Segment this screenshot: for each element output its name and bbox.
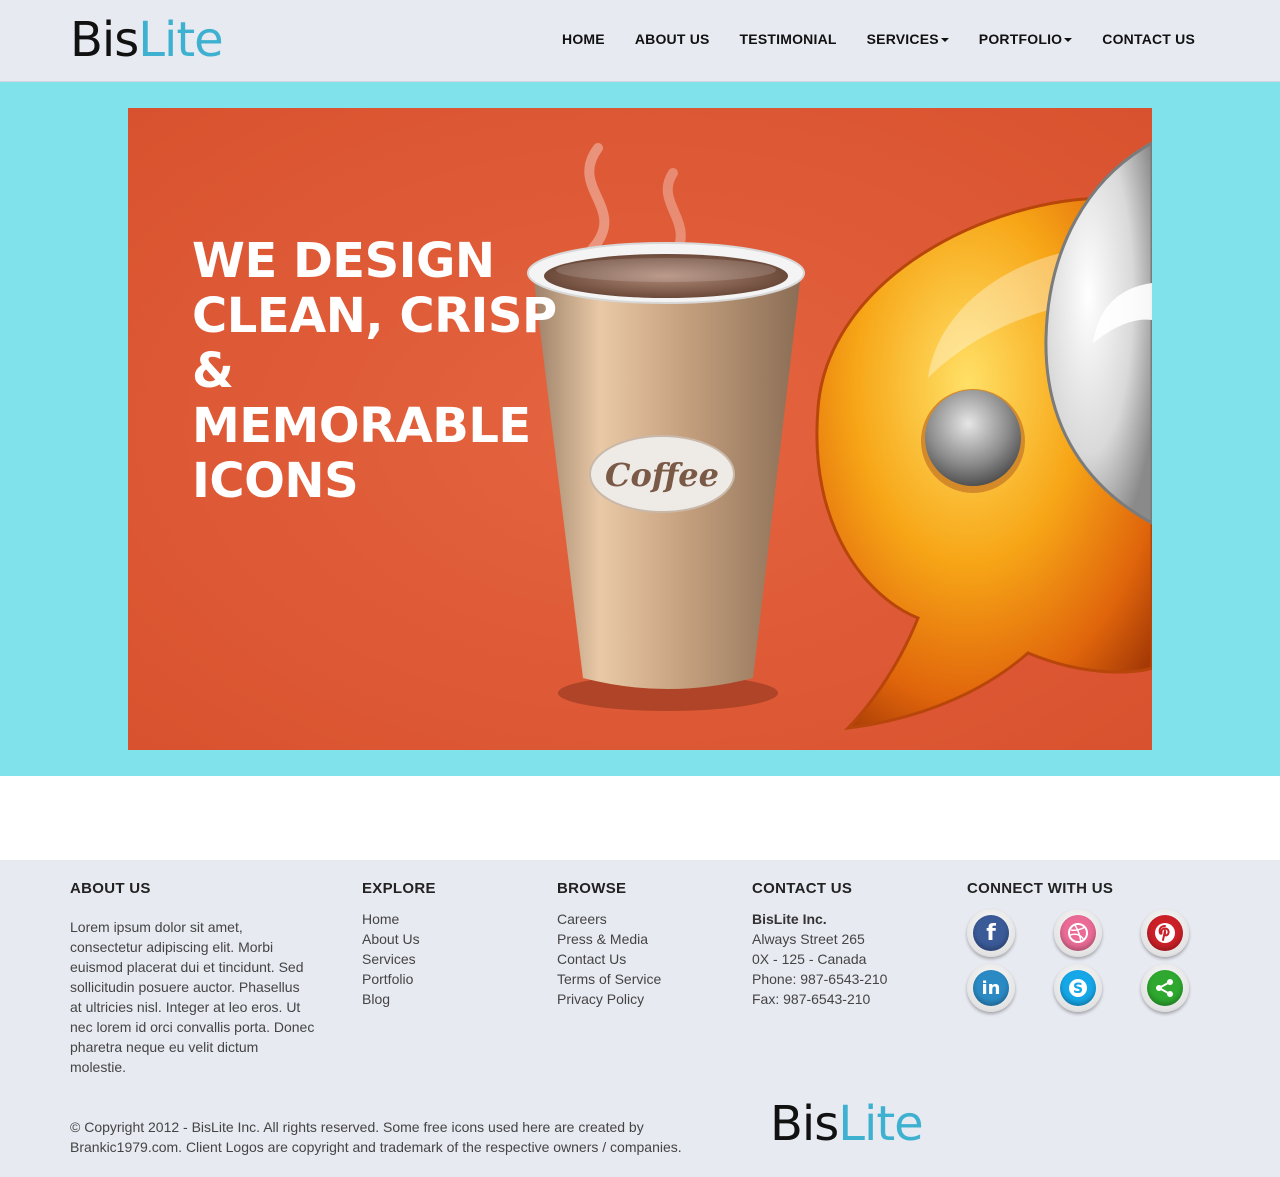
nav-testimonial-label: TESTIMONIAL	[739, 31, 837, 47]
copyright-text: © Copyright 2012 - BisLite Inc. All righ…	[70, 1119, 682, 1155]
pinterest-button[interactable]	[1141, 909, 1189, 957]
footer-social-heading: CONNECT WITH US	[967, 880, 1114, 897]
cup-label: Coffee	[605, 456, 719, 494]
nav-services-label: SERVICES	[866, 31, 939, 47]
footer-explore-heading: EXPLORE	[362, 880, 436, 897]
contact-company: BisLite Inc.	[752, 911, 827, 927]
footer-explore: EXPLORE Home About Us Services Portfolio…	[362, 880, 436, 1009]
dribbble-icon	[1060, 915, 1096, 951]
nav-portfolio[interactable]: PORTFOLIO	[978, 31, 1073, 47]
footer-link-services[interactable]: Services	[362, 949, 436, 969]
contact-city: 0X - 125 - Canada	[752, 951, 867, 967]
site-footer: ABOUT US Lorem ipsum dolor sit amet, con…	[0, 860, 1280, 1177]
footer-link-careers[interactable]: Careers	[557, 909, 661, 929]
share-button[interactable]	[1141, 964, 1189, 1012]
caret-down-icon	[940, 38, 949, 43]
nav-testimonial[interactable]: TESTIMONIAL	[740, 31, 837, 47]
footer-brand-part2: Lite	[838, 1096, 923, 1152]
footer-browse-heading: BROWSE	[557, 880, 627, 897]
footer-link-portfolio[interactable]: Portfolio	[362, 969, 436, 989]
nav-services[interactable]: SERVICES	[867, 31, 949, 47]
footer-social: CONNECT WITH US f in S	[967, 880, 1189, 1012]
footer-link-contact-us[interactable]: Contact Us	[557, 949, 661, 969]
pinterest-icon	[1147, 915, 1183, 951]
footer-browse: BROWSE Careers Press & Media Contact Us …	[557, 880, 661, 1009]
footer-about: ABOUT US Lorem ipsum dolor sit amet, con…	[70, 880, 315, 1077]
footer-contact-heading: CONTACT US	[752, 880, 853, 897]
nav-home-label: HOME	[562, 31, 605, 47]
hero-headline-line: MEMORABLE	[192, 398, 531, 454]
footer-link-privacy[interactable]: Privacy Policy	[557, 989, 661, 1009]
brand-logo[interactable]: BisLite	[70, 16, 224, 64]
skype-icon: S	[1060, 970, 1096, 1006]
footer-about-text: Lorem ipsum dolor sit amet, consectetur …	[70, 919, 315, 1075]
footer-brand-part1: Bis	[770, 1096, 839, 1152]
main-nav: HOME ABOUT US TESTIMONIAL SERVICES PORTF…	[532, 31, 1195, 47]
footer-about-heading: ABOUT US	[70, 880, 151, 897]
site-header: BisLite HOME ABOUT US TESTIMONIAL SERVIC…	[0, 0, 1280, 82]
hero-headline: WE DESIGN CLEAN, CRISP & MEMORABLE ICONS	[192, 234, 612, 509]
footer-contact: CONTACT US BisLite Inc. Always Street 26…	[752, 880, 887, 1009]
facebook-button[interactable]: f	[967, 909, 1015, 957]
hero-headline-line: CLEAN, CRISP &	[192, 288, 557, 399]
skype-button[interactable]: S	[1054, 964, 1102, 1012]
contact-phone: Phone: 987-6543-210	[752, 971, 888, 987]
hero-headline-line: ICONS	[192, 453, 359, 509]
share-icon	[1147, 970, 1183, 1006]
svg-text:S: S	[1073, 981, 1083, 997]
footer-link-terms[interactable]: Terms of Service	[557, 969, 661, 989]
caret-down-icon	[1064, 38, 1073, 43]
nav-portfolio-label: PORTFOLIO	[978, 31, 1063, 47]
footer-link-about-us[interactable]: About Us	[362, 929, 436, 949]
social-icons-grid: f in S	[967, 909, 1189, 1012]
footer-link-home[interactable]: Home	[362, 909, 436, 929]
linkedin-icon: in	[973, 970, 1009, 1006]
linkedin-button[interactable]: in	[967, 964, 1015, 1012]
nav-about-us[interactable]: ABOUT US	[635, 31, 710, 47]
footer-link-blog[interactable]: Blog	[362, 989, 436, 1009]
contact-street: Always Street 265	[752, 931, 865, 947]
hero-headline-line: WE DESIGN	[192, 233, 495, 289]
brand-logo-part1: Bis	[70, 12, 139, 68]
footer-link-press-media[interactable]: Press & Media	[557, 929, 661, 949]
hero-slide: Coffee WE DESIGN CLEAN, CRISP & MEMORABL…	[128, 108, 1152, 750]
nav-home[interactable]: HOME	[562, 31, 605, 47]
footer-brand-logo[interactable]: BisLite	[770, 1100, 924, 1148]
facebook-icon: f	[973, 915, 1009, 951]
contact-fax: Fax: 987-6543-210	[752, 991, 871, 1007]
dribbble-button[interactable]	[1054, 909, 1102, 957]
nav-contact-us[interactable]: CONTACT US	[1102, 31, 1195, 47]
nav-contact-us-label: CONTACT US	[1102, 31, 1195, 47]
brand-logo-part2: Lite	[138, 12, 223, 68]
nav-about-us-label: ABOUT US	[634, 31, 710, 47]
